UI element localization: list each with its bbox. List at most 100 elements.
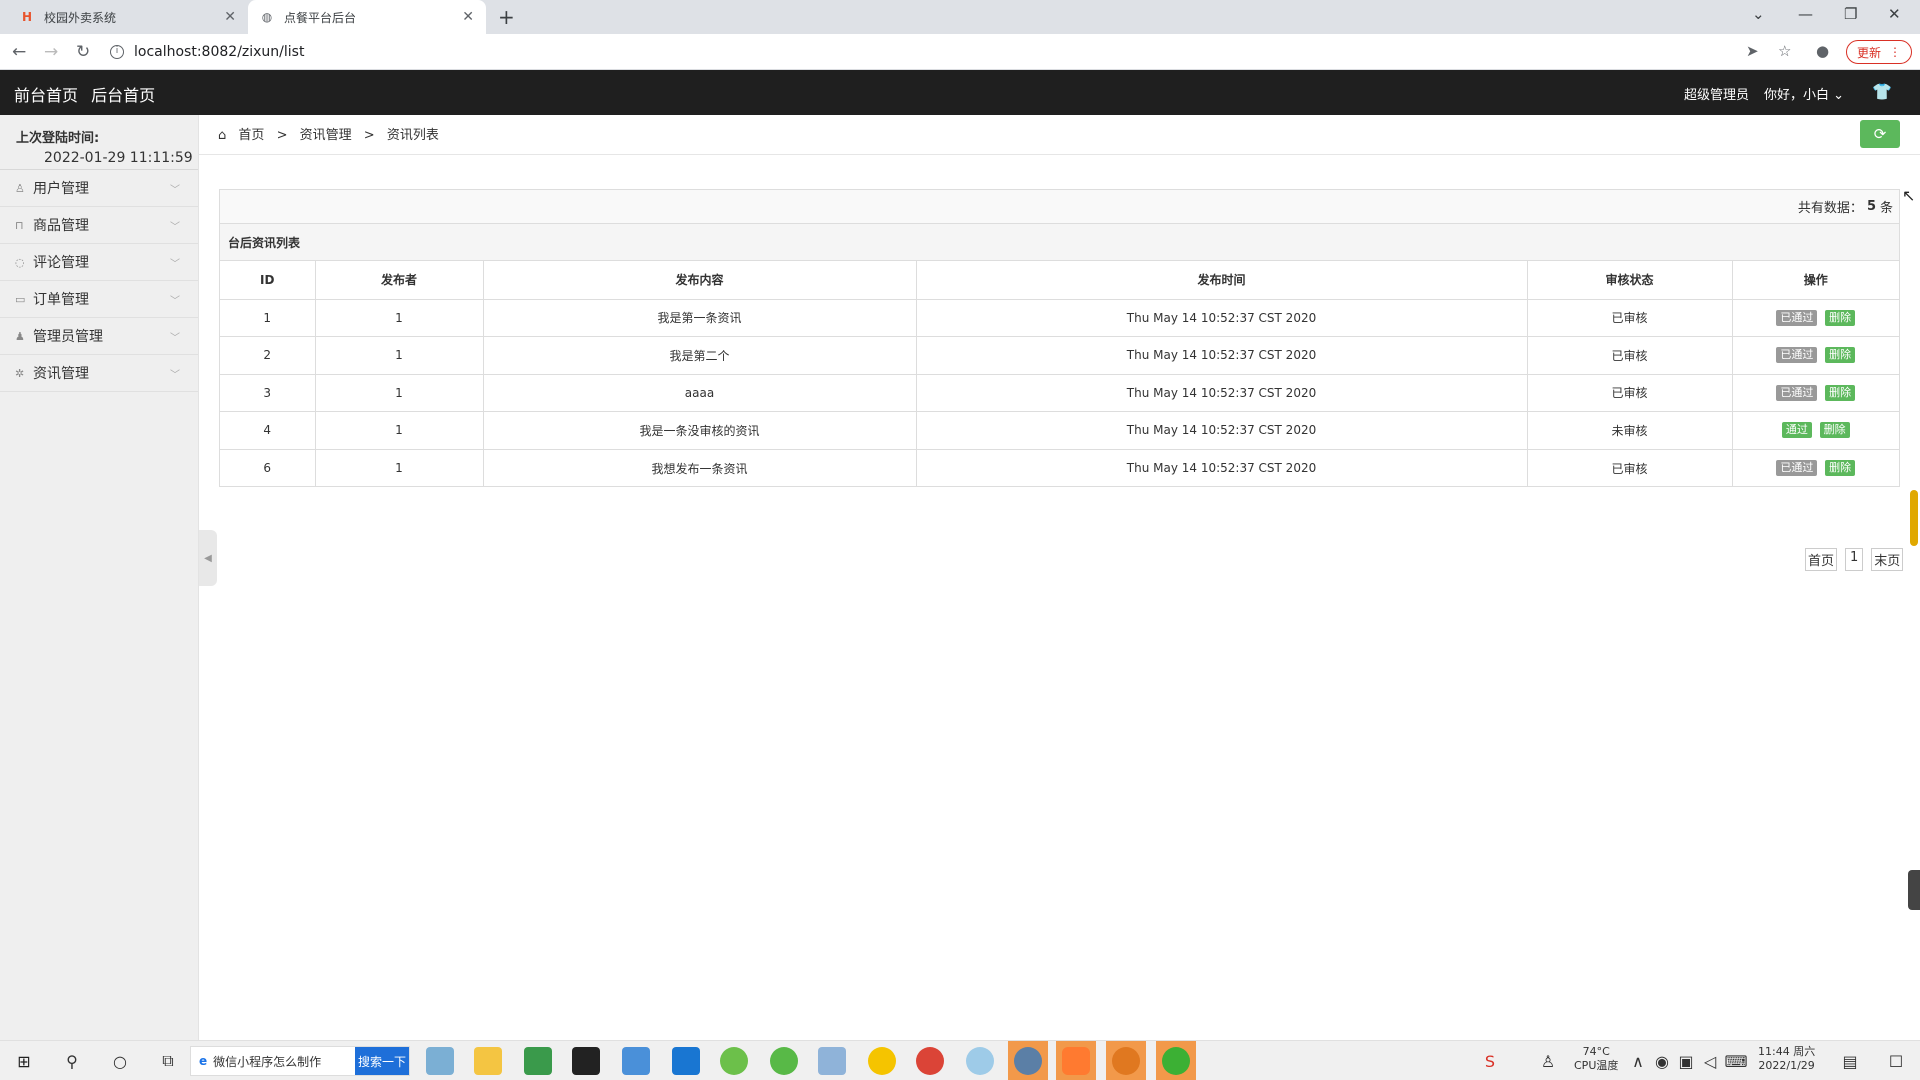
breadcrumb-separator: > xyxy=(363,128,375,143)
chevron-down-icon: ⌄ xyxy=(1833,88,1845,103)
cortana-icon[interactable]: ○ xyxy=(110,1051,130,1071)
new-tab-icon[interactable]: + xyxy=(498,5,515,29)
breadcrumb-home[interactable]: 首页 xyxy=(238,128,264,143)
search-icon[interactable]: ⚲ xyxy=(62,1051,82,1071)
browser-tab-1[interactable]: H 校园外卖系统 ✕ xyxy=(8,0,248,34)
approved-button[interactable]: 已通过 xyxy=(1776,460,1818,476)
clock[interactable]: 11:44 周六 2022/1/29 xyxy=(1758,1045,1815,1073)
cell-publisher: 1 xyxy=(315,336,484,375)
tab-search-icon[interactable]: ⌄ xyxy=(1752,5,1765,23)
cell-id: 1 xyxy=(220,299,316,337)
app-icon[interactable] xyxy=(868,1047,896,1075)
sidebar-item-comments[interactable]: ◌ 评论管理 ﹀ xyxy=(0,244,198,281)
people-icon[interactable]: ♙ xyxy=(1538,1051,1558,1071)
restore-icon[interactable]: ❐ xyxy=(1844,5,1857,23)
magnifier-app-icon[interactable] xyxy=(1112,1047,1140,1075)
cell-actions: 已通过 删除 xyxy=(1732,374,1899,412)
sidebar-item-users[interactable]: ♙ 用户管理 ﹀ xyxy=(0,170,198,207)
pager-last[interactable]: 末页 xyxy=(1871,548,1904,571)
chrome-icon[interactable] xyxy=(916,1047,944,1075)
qq-icon[interactable]: ◉ xyxy=(1652,1051,1672,1071)
delete-button[interactable]: 删除 xyxy=(1819,422,1850,439)
theme-shirt-icon[interactable]: 👕 xyxy=(1872,82,1892,101)
reload-icon[interactable]: ↻ xyxy=(76,42,90,62)
column-header-content: 发布内容 xyxy=(483,261,917,300)
star-icon[interactable]: ☆ xyxy=(1778,42,1791,60)
tray-expand-icon[interactable]: ∧ xyxy=(1628,1051,1648,1071)
windows-taskbar: ⊞ ⚲ ○ ⧉ e 微信小程序怎么制作 搜索一下 S ♙ 74°C CPU温度 … xyxy=(0,1040,1920,1080)
user-menu[interactable]: 你好，小白 ⌄ xyxy=(1764,84,1844,103)
sidebar-item-products[interactable]: ⊓ 商品管理 ﹀ xyxy=(0,207,198,244)
approved-button[interactable]: 已通过 xyxy=(1776,347,1818,364)
breadcrumb: ⌂ 首页 > 资讯管理 > 资讯列表 xyxy=(218,124,447,143)
back-icon[interactable]: ← xyxy=(12,42,26,62)
update-button[interactable]: 更新 ⋮ xyxy=(1846,40,1912,64)
delete-button[interactable]: 删除 xyxy=(1825,309,1856,326)
sidebar-item-label: 订单管理 xyxy=(33,292,89,308)
spring-icon[interactable] xyxy=(770,1047,798,1075)
cell-id: 6 xyxy=(220,449,316,487)
app-icon[interactable] xyxy=(966,1047,994,1075)
chevron-down-icon: ﹀ xyxy=(170,369,180,381)
tab-close-icon[interactable]: ✕ xyxy=(224,9,236,25)
forward-icon[interactable]: → xyxy=(44,42,58,62)
remote-desktop-icon[interactable] xyxy=(622,1047,650,1075)
volume-icon[interactable]: ◁ xyxy=(1700,1051,1720,1071)
column-header-time: 发布时间 xyxy=(916,261,1528,300)
pager-first[interactable]: 首页 xyxy=(1805,548,1838,571)
task-view-icon[interactable]: ⧉ xyxy=(158,1051,178,1071)
browser-icon[interactable] xyxy=(1014,1047,1042,1075)
update-label: 更新 xyxy=(1856,45,1881,60)
app-icon[interactable] xyxy=(1062,1047,1090,1075)
tab-close-icon[interactable]: ✕ xyxy=(462,9,474,25)
chevron-down-icon: ﹀ xyxy=(170,258,180,270)
keyboard-icon[interactable]: ⌨ xyxy=(1724,1051,1747,1071)
admin-home-link[interactable]: 后台首页 xyxy=(91,86,155,105)
meeting-app-icon[interactable] xyxy=(672,1047,700,1075)
scrollbar-thumb[interactable] xyxy=(1910,490,1918,546)
url-field[interactable]: i localhost:8082/zixun/list xyxy=(110,39,1740,65)
notification-icon[interactable]: ▤ xyxy=(1840,1051,1860,1071)
column-header-actions: 操作 xyxy=(1732,261,1899,300)
approved-button[interactable]: 已通过 xyxy=(1776,384,1818,401)
action-center-icon[interactable]: ☐ xyxy=(1886,1051,1906,1071)
sidebar-item-news[interactable]: ✲ 资讯管理 ﹀ xyxy=(0,355,198,392)
cell-time: Thu May 14 10:52:37 CST 2020 xyxy=(916,449,1528,487)
cell-publisher: 1 xyxy=(315,449,484,487)
send-icon[interactable]: ➤ xyxy=(1746,42,1759,60)
taskbar-search-text: 微信小程序怎么制作 xyxy=(213,1054,322,1069)
notepad-app-icon[interactable] xyxy=(426,1047,454,1075)
profile-icon[interactable]: ● xyxy=(1816,42,1829,60)
approved-button[interactable]: 已通过 xyxy=(1776,309,1818,326)
windows-start-icon[interactable]: ⊞ xyxy=(14,1051,34,1071)
file-explorer-icon[interactable] xyxy=(474,1047,502,1075)
site-info-icon[interactable]: i xyxy=(110,45,124,59)
delete-button[interactable]: 删除 xyxy=(1825,460,1856,476)
user-role: 超级管理员 xyxy=(1684,88,1750,103)
pager-page[interactable]: 1 xyxy=(1845,548,1864,571)
breadcrumb-section[interactable]: 资讯管理 xyxy=(300,128,352,143)
ime-icon[interactable]: S xyxy=(1480,1051,1500,1071)
front-home-link[interactable]: 前台首页 xyxy=(14,86,78,105)
minimize-icon[interactable]: — xyxy=(1798,5,1813,23)
delete-button[interactable]: 删除 xyxy=(1825,347,1856,364)
taskbar-search-box[interactable]: e 微信小程序怎么制作 搜索一下 xyxy=(190,1046,410,1076)
browser-tab-2[interactable]: ◍ 点餐平台后台 ✕ xyxy=(248,0,486,34)
sidebar-item-orders[interactable]: ▭ 订单管理 ﹀ xyxy=(0,281,198,318)
close-window-icon[interactable]: ✕ xyxy=(1888,5,1901,23)
side-drawer-handle[interactable] xyxy=(1908,870,1920,910)
app-icon[interactable] xyxy=(720,1047,748,1075)
delete-button[interactable]: 删除 xyxy=(1825,384,1856,401)
terminal-icon[interactable] xyxy=(572,1047,600,1075)
cell-id: 3 xyxy=(220,374,316,412)
taskbar-search-button[interactable]: 搜索一下 xyxy=(355,1047,409,1075)
wechat-icon[interactable] xyxy=(1162,1047,1190,1075)
approve-button[interactable]: 通过 xyxy=(1781,422,1812,439)
news-list-panel: 共有数据： 5 条 台后资讯列表 ID 发布者 发布内容 发布时间 审核状态 操… xyxy=(219,189,1900,487)
app-icon[interactable] xyxy=(818,1047,846,1075)
editor-app-icon[interactable] xyxy=(524,1047,552,1075)
sidebar-collapse-handle[interactable]: ◀ xyxy=(199,530,217,586)
sidebar-item-admins[interactable]: ♟ 管理员管理 ﹀ xyxy=(0,318,198,355)
refresh-button[interactable]: ⟳ xyxy=(1860,120,1900,148)
network-icon[interactable]: ▣ xyxy=(1676,1051,1696,1071)
